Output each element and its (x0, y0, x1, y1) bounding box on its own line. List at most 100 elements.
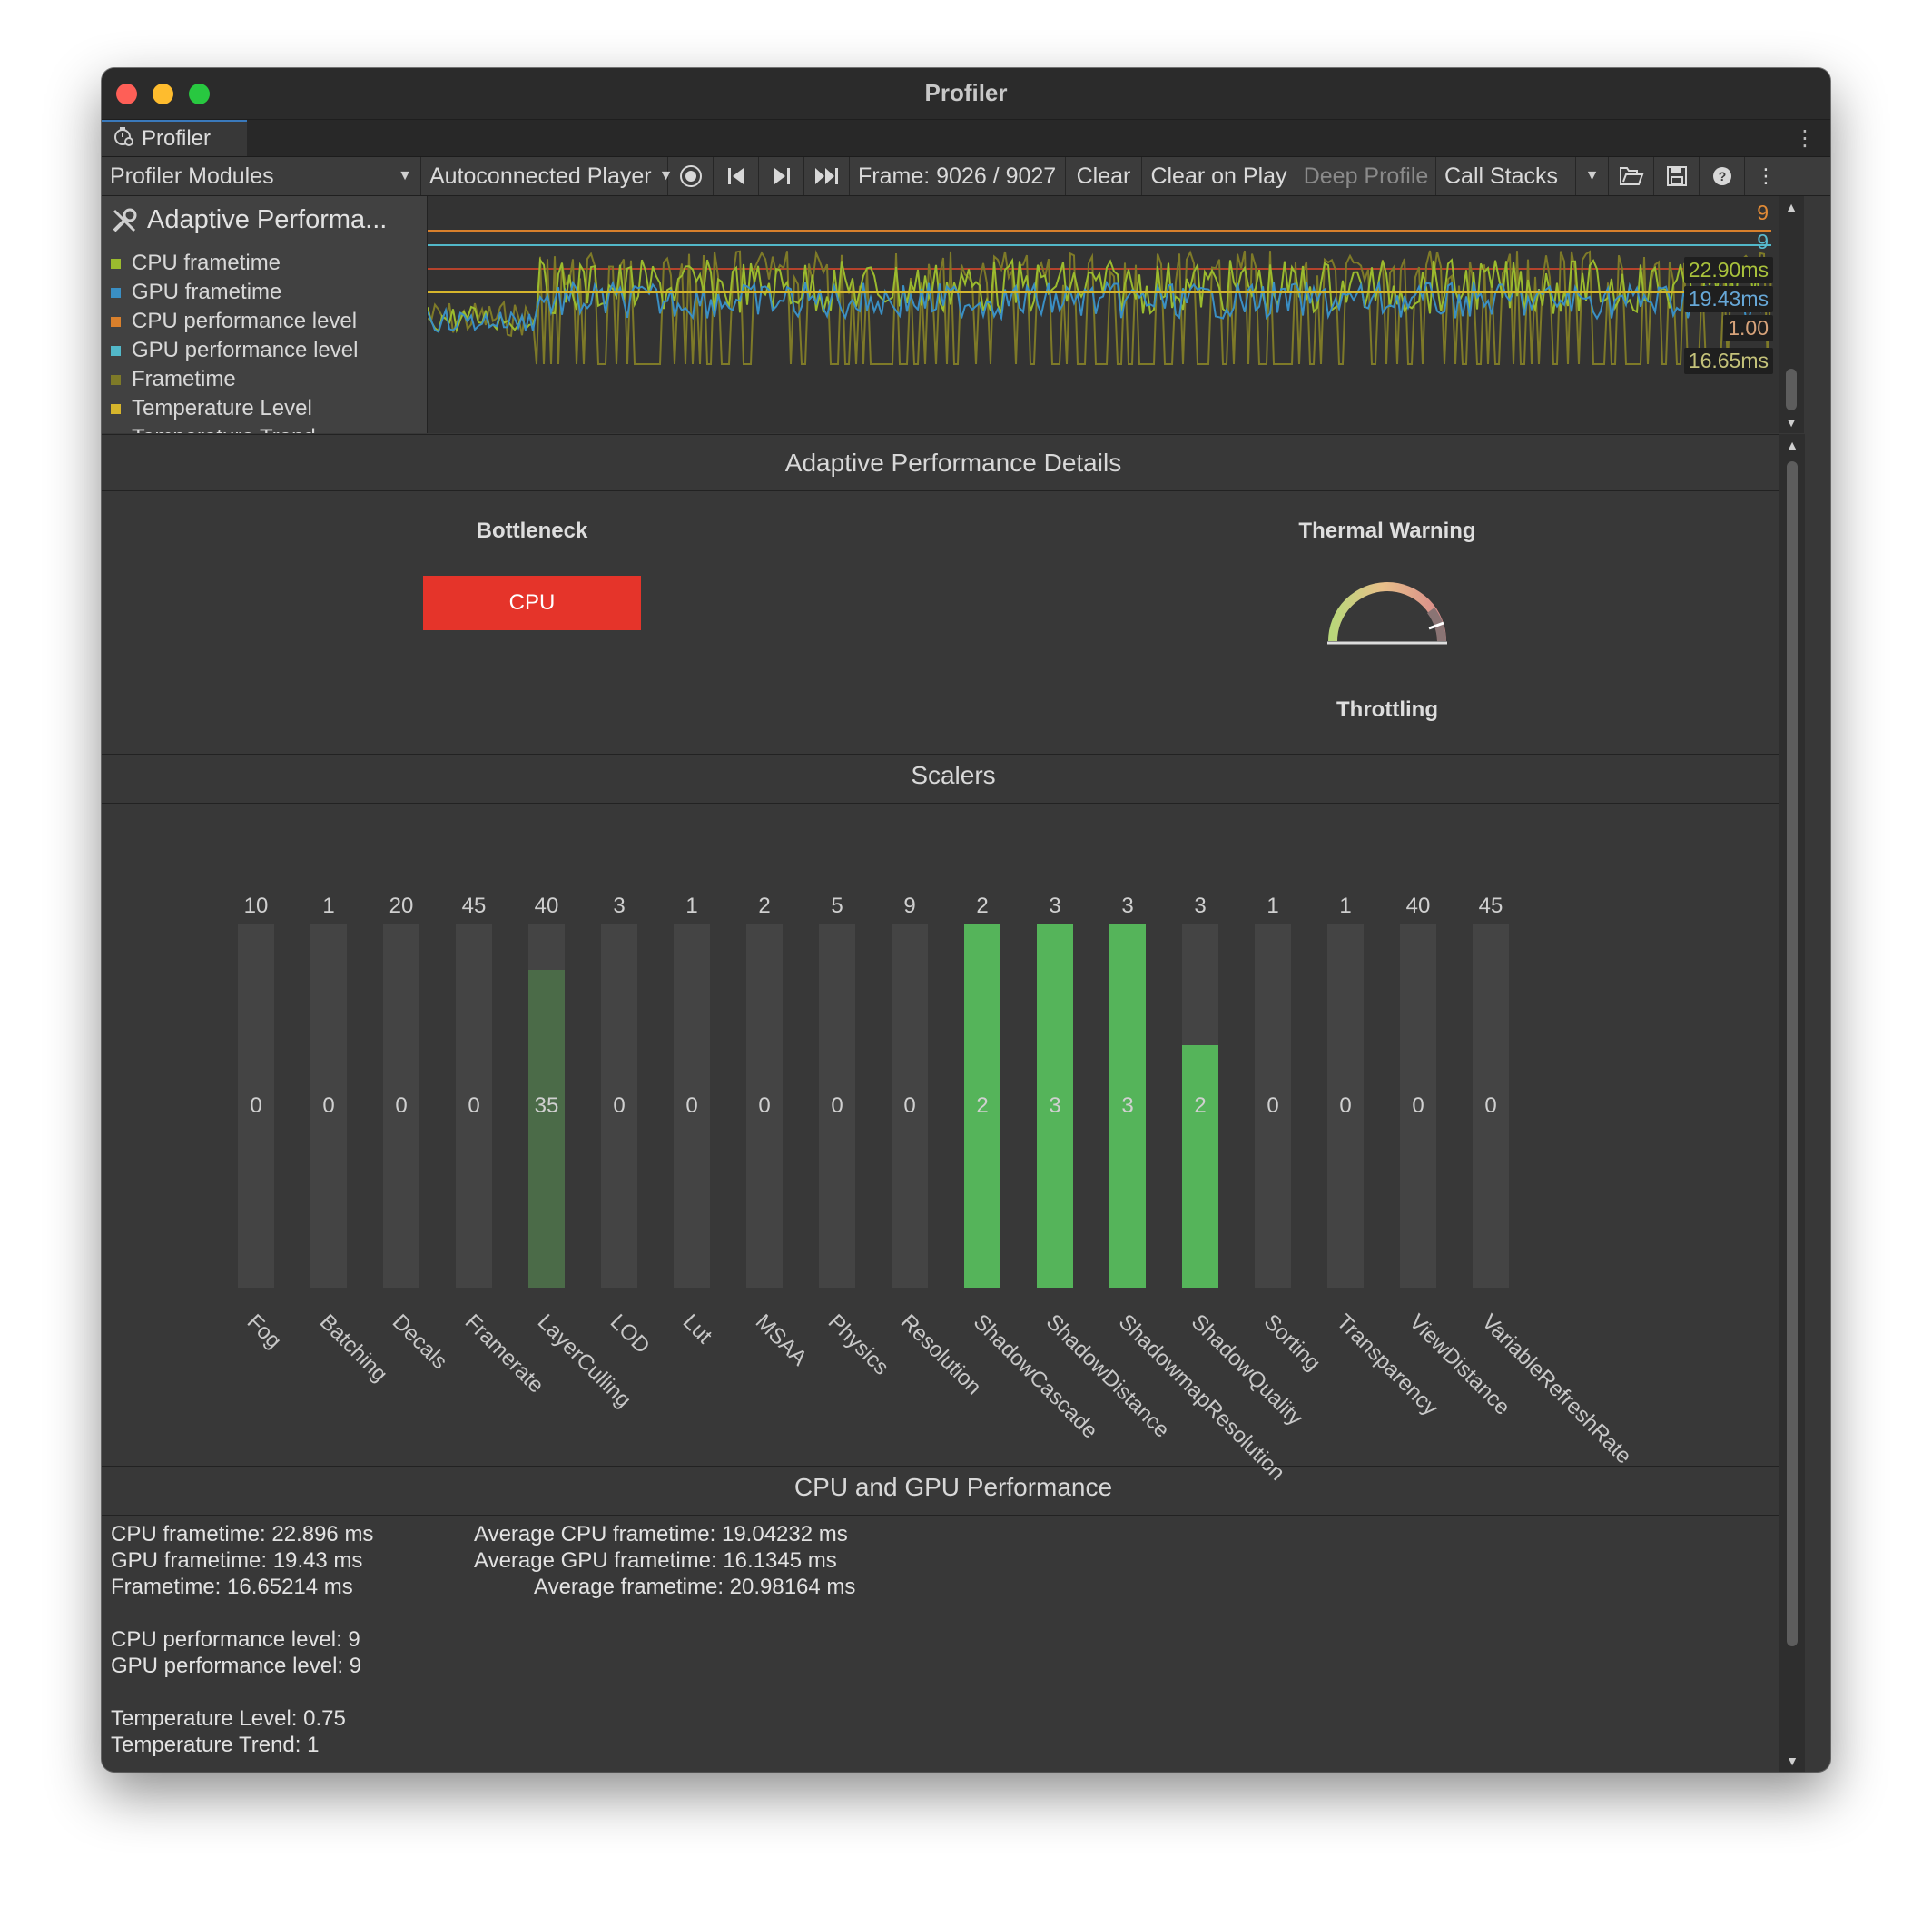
tab-profiler[interactable]: Profiler (102, 120, 247, 156)
legend-item[interactable]: Temperature Trend (111, 423, 358, 433)
scaler-current-value: 0 (468, 1093, 480, 1118)
scaler-bar: 0 (1400, 924, 1436, 1288)
gpu-frametime-text: GPU frametime: 19.43 ms (111, 1548, 363, 1573)
scaler-max-value: 3 (1049, 894, 1061, 918)
folder-open-icon (1619, 167, 1643, 185)
profiler-icon (113, 125, 134, 153)
legend-swatch (111, 345, 121, 356)
cpu-frametime-text: CPU frametime: 22.896 ms (111, 1522, 374, 1546)
legend-label: Frametime (132, 367, 236, 391)
save-icon (1666, 166, 1687, 186)
scaler-max-value: 1 (322, 894, 335, 918)
scroll-up-icon[interactable]: ▲ (1779, 200, 1804, 214)
scaler-bar-fill (528, 970, 565, 1288)
scaler-bar: 0 (892, 924, 928, 1288)
scaler-max-value: 1 (1267, 894, 1279, 918)
legend-item[interactable]: CPU performance level (111, 307, 358, 336)
scaler-current-value: 2 (976, 1093, 989, 1118)
clear-button[interactable]: Clear (1066, 157, 1142, 195)
legend-label: GPU frametime (132, 280, 282, 304)
details-scrollbar[interactable]: ▲ ▼ (1779, 434, 1805, 1772)
save-button[interactable] (1654, 157, 1700, 195)
scaler-max-value: 45 (461, 894, 487, 918)
scroll-up-icon[interactable]: ▲ (1779, 438, 1805, 452)
gpu-level-text: GPU performance level: 9 (111, 1654, 362, 1678)
avg-gpu-frametime-text: Average GPU frametime: 16.1345 ms (474, 1548, 837, 1573)
target-player-dropdown[interactable]: Autoconnected Player ▼ (421, 157, 673, 195)
profiler-toolbar: Profiler Modules ▼ Autoconnected Player … (102, 157, 1830, 196)
profiler-modules-dropdown[interactable]: Profiler Modules ▼ (102, 157, 421, 195)
scaler-name-label: Batching (314, 1309, 392, 1388)
scaler-current-value: 35 (534, 1093, 559, 1118)
scaler-name-label: Decals (387, 1309, 452, 1375)
dropdown-label: Autoconnected Player (429, 163, 652, 189)
cpu-level-label: 9 (1757, 201, 1769, 224)
scaler-bar: 0 (383, 924, 419, 1288)
previous-frame-button[interactable] (714, 157, 759, 195)
scaler-bar: 0 (674, 924, 710, 1288)
scaler-max-value: 2 (758, 894, 771, 918)
scaler-bar: 0 (1327, 924, 1364, 1288)
scaler-max-value: 10 (243, 894, 269, 918)
scroll-down-icon[interactable]: ▼ (1779, 1754, 1805, 1768)
scaler-current-value: 0 (1412, 1093, 1424, 1118)
scaler-current-value: 0 (1484, 1093, 1497, 1118)
temperature-level-text: Temperature Level: 0.75 (111, 1706, 346, 1731)
gpu-level-label: 9 (1757, 230, 1769, 253)
performance-averages: Average CPU frametime: 19.04232 ms Avera… (474, 1521, 855, 1600)
scaler-current-value: 2 (1194, 1093, 1207, 1118)
options-menu-button[interactable]: ⋮ (1745, 157, 1787, 195)
clear-on-play-toggle[interactable]: Clear on Play (1142, 157, 1296, 195)
module-title: Adaptive Performa... (111, 205, 387, 235)
avg-frametime-text: Average frametime: 20.98164 ms (534, 1575, 856, 1599)
scaler-name-label: MSAA (750, 1309, 812, 1371)
chart-scrollbar[interactable]: ▲ ▼ (1779, 196, 1804, 433)
scaler-current-value: 0 (1339, 1093, 1352, 1118)
scaler-name-label: Lut (677, 1309, 717, 1349)
call-stacks-dropdown[interactable]: ▼ (1576, 157, 1609, 195)
performance-chart[interactable]: 9 9 22.90ms 19.43ms 1.00 16.65ms ▲ ▼ (428, 196, 1804, 433)
deep-profile-toggle[interactable]: Deep Profile (1296, 157, 1436, 195)
frame-counter: Frame: 9026 / 9027 (850, 157, 1066, 195)
title-bar: Profiler (102, 68, 1830, 120)
tab-label: Profiler (142, 126, 212, 151)
legend-item[interactable]: GPU performance level (111, 336, 358, 365)
scaler-max-value: 9 (903, 894, 916, 918)
scaler-max-value: 3 (1194, 894, 1207, 918)
call-stacks-toggle[interactable]: Call Stacks (1436, 157, 1576, 195)
scaler-bar: 3 (1037, 924, 1073, 1288)
scalers-chart: 10 0 Fog 1 0 Batching 20 0 Decals 45 0 Framerate 40 3… (102, 434, 1790, 1524)
legend-swatch (111, 374, 121, 385)
kebab-menu-icon[interactable]: ⋮ (1794, 125, 1816, 152)
scaler-max-value: 2 (976, 894, 989, 918)
load-button[interactable] (1609, 157, 1654, 195)
module-panel[interactable]: Adaptive Performa... CPU frametime GPU fr… (102, 196, 428, 433)
scaler-name-label: Sorting (1258, 1309, 1326, 1376)
scroll-down-icon[interactable]: ▼ (1779, 415, 1804, 430)
record-button[interactable] (668, 157, 714, 195)
scaler-current-value: 3 (1121, 1093, 1134, 1118)
kebab-menu-icon: ⋮ (1756, 164, 1776, 187)
gpu-frametime-label: 19.43ms (1683, 286, 1773, 312)
legend-item[interactable]: CPU frametime (111, 249, 358, 278)
scaler-bar: 2 (1182, 924, 1218, 1288)
next-frame-button[interactable] (759, 157, 804, 195)
legend-swatch (111, 258, 121, 269)
record-icon (679, 165, 702, 187)
legend-item[interactable]: Frametime (111, 365, 358, 394)
dropdown-label: Profiler Modules (110, 163, 274, 189)
scaler-bar: 0 (601, 924, 637, 1288)
scaler-max-value: 3 (613, 894, 626, 918)
legend-item[interactable]: Temperature Level (111, 394, 358, 423)
scaler-max-value: 1 (685, 894, 698, 918)
scaler-current-value: 0 (322, 1093, 335, 1118)
legend-item[interactable]: GPU frametime (111, 278, 358, 307)
scaler-name-label: ShadowDistance (1040, 1309, 1175, 1443)
legend-label: CPU performance level (132, 309, 358, 333)
chart-legend: CPU frametime GPU frametime CPU performanc… (111, 249, 358, 433)
help-button[interactable]: ? (1700, 157, 1745, 195)
current-frame-button[interactable] (804, 157, 850, 195)
scaler-bar: 0 (1255, 924, 1291, 1288)
scroll-thumb[interactable] (1787, 461, 1798, 1646)
scroll-thumb[interactable] (1786, 369, 1797, 410)
